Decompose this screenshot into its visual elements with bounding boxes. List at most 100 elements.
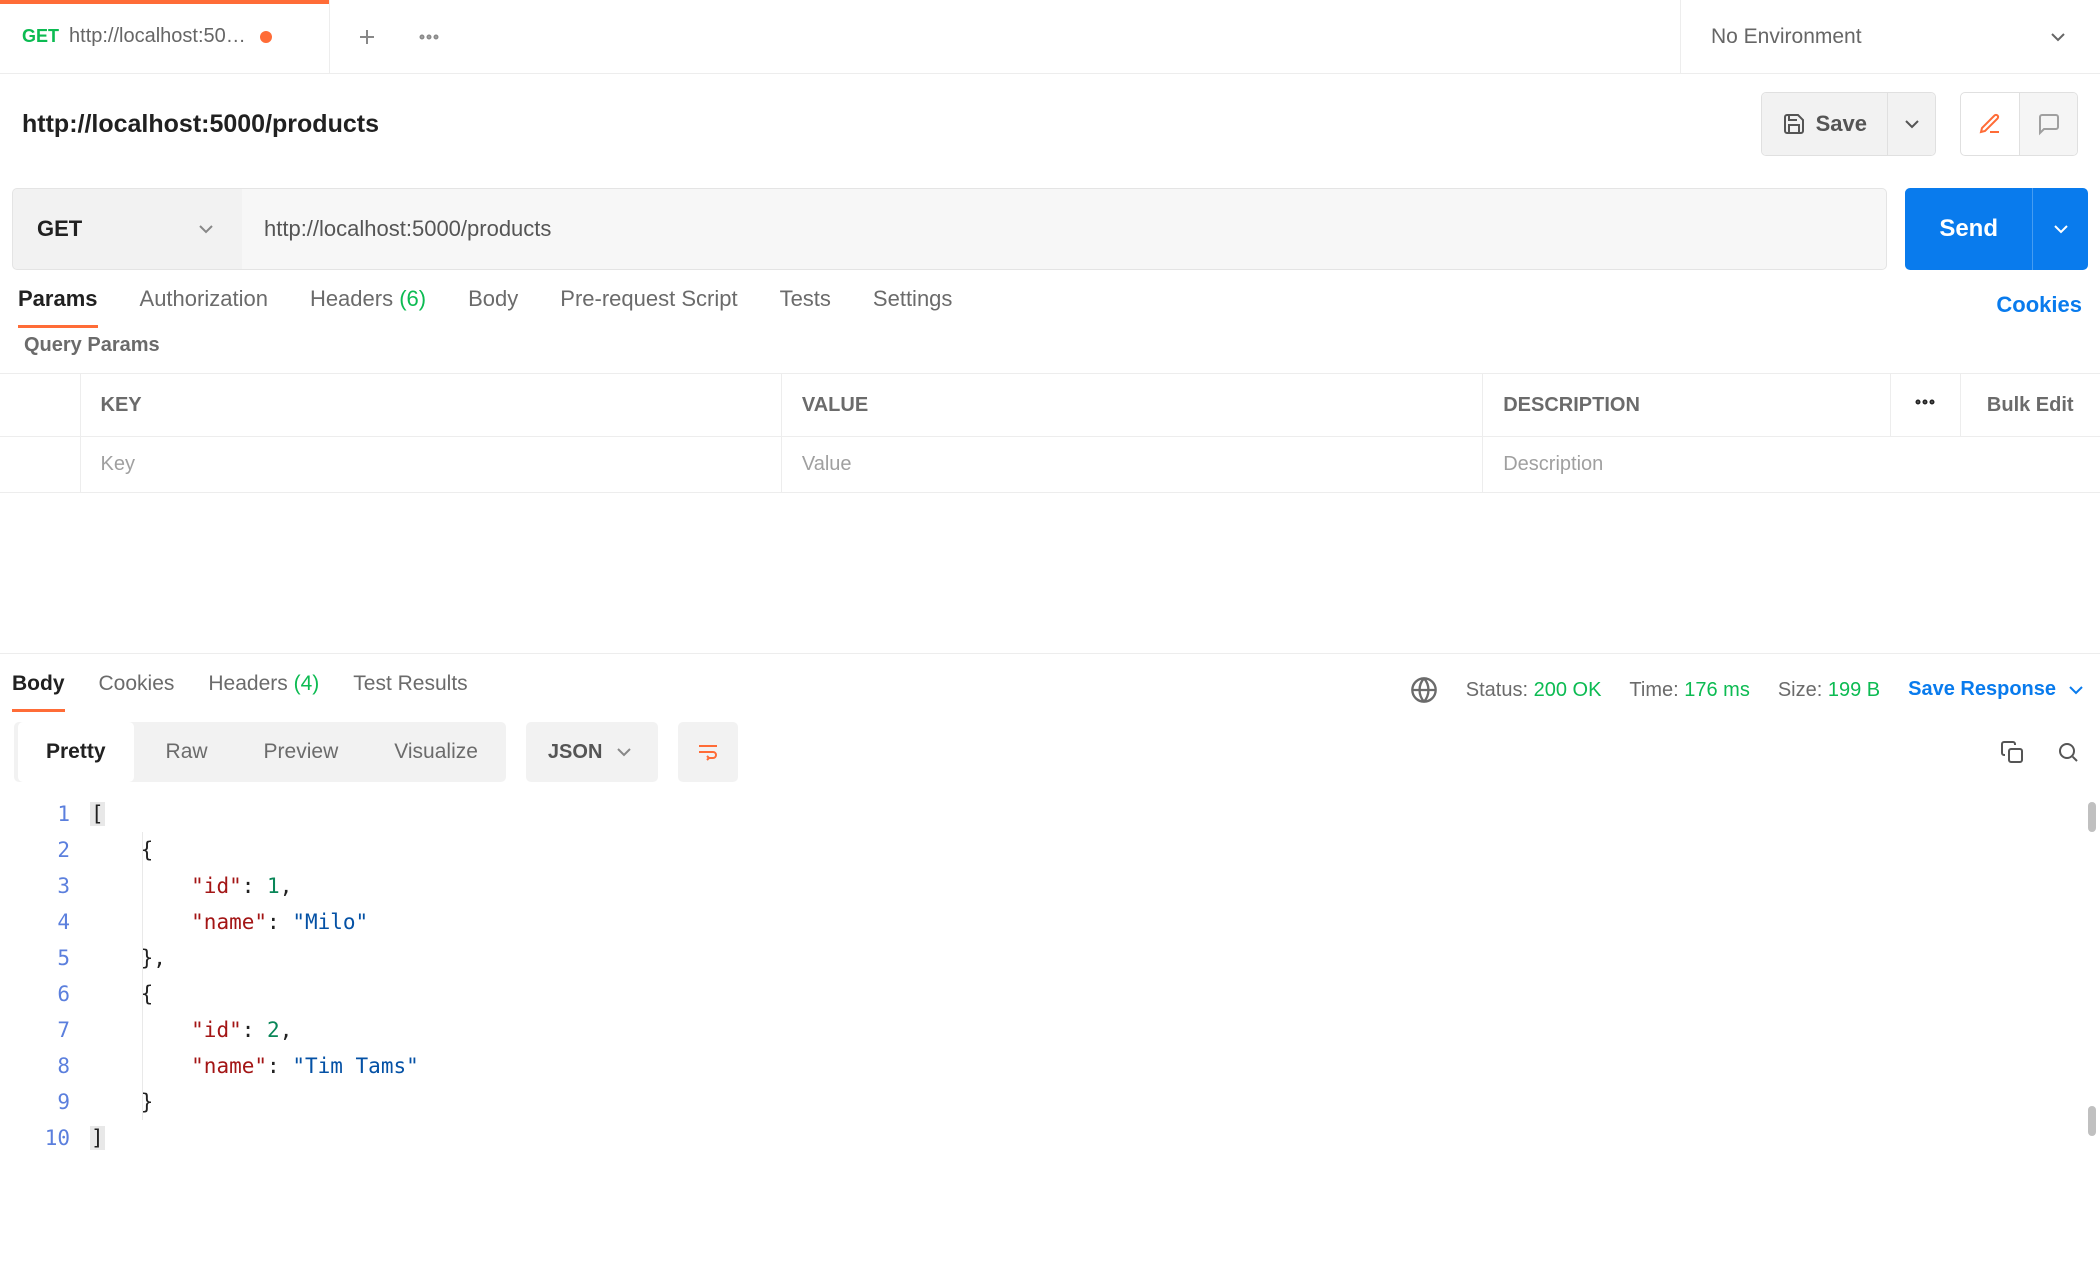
save-dropdown-button[interactable] [1887, 93, 1935, 155]
code-token: 1 [267, 874, 280, 898]
copy-icon [2000, 740, 2024, 764]
method-value: GET [37, 216, 82, 242]
plus-icon [355, 25, 379, 49]
view-visualize[interactable]: Visualize [366, 722, 506, 782]
url-input-wrap [242, 188, 1887, 270]
params-header-more[interactable] [1890, 374, 1960, 437]
wrap-lines-button[interactable] [678, 722, 738, 782]
code-area: [ { "id": 1, "name": "Milo" }, { "id": 2… [90, 796, 2100, 1156]
tab-tests[interactable]: Tests [780, 286, 831, 324]
params-table: KEY VALUE DESCRIPTION Bulk Edit [0, 373, 2100, 493]
code-token: ] [90, 1126, 105, 1150]
scrollbar-thumb[interactable] [2088, 802, 2096, 832]
code-token: "name" [191, 1054, 267, 1078]
param-description-input[interactable] [1483, 437, 2100, 492]
code-token: "Tim Tams" [292, 1054, 418, 1078]
time-label: Time: [1629, 679, 1678, 701]
more-horizontal-icon [1913, 390, 1937, 414]
view-pretty[interactable]: Pretty [18, 722, 134, 782]
tab-method-badge: GET [22, 26, 59, 47]
param-key-input[interactable] [81, 437, 781, 492]
wrap-icon [696, 740, 720, 764]
scrollbar-thumb[interactable] [2088, 1106, 2096, 1136]
resp-tab-body[interactable]: Body [12, 672, 65, 708]
tab-title: http://localhost:50… [69, 25, 246, 48]
param-value-input[interactable] [782, 437, 1482, 492]
search-icon [2056, 740, 2080, 764]
response-meta: Status: 200 OK Time: 176 ms Size: 199 B … [1410, 676, 2088, 704]
pencil-icon [1978, 112, 2002, 136]
request-title-row: http://localhost:5000/products Save [0, 74, 2100, 188]
tab-headers-label: Headers [310, 286, 393, 311]
view-preview[interactable]: Preview [236, 722, 367, 782]
chevron-down-icon [194, 217, 218, 241]
params-header-blank [0, 374, 80, 437]
code-token: "id" [191, 874, 242, 898]
tab-headers[interactable]: Headers (6) [310, 286, 426, 324]
edit-button[interactable] [1961, 93, 2019, 155]
method-dropdown[interactable]: GET [12, 188, 242, 270]
tab-body[interactable]: Body [468, 286, 518, 324]
send-button[interactable]: Send [1905, 188, 2032, 270]
save-label: Save [1816, 111, 1867, 137]
code-token: [ [90, 802, 105, 826]
format-dropdown[interactable]: JSON [526, 722, 658, 782]
url-input[interactable] [264, 216, 1864, 242]
line-number: 2 [0, 832, 70, 868]
tab-strip: GET http://localhost:50… No Environment [0, 0, 2100, 74]
tab-settings[interactable]: Settings [873, 286, 953, 324]
status-block: Status: 200 OK [1466, 679, 1602, 702]
line-number: 1 [0, 796, 70, 832]
send-label: Send [1939, 215, 1998, 243]
save-response-button[interactable]: Save Response [1908, 678, 2088, 702]
tab-prerequest[interactable]: Pre-request Script [560, 286, 737, 324]
code-token: , [280, 1018, 293, 1042]
line-number: 8 [0, 1048, 70, 1084]
unsaved-dot-icon [260, 31, 272, 43]
save-icon [1782, 112, 1806, 136]
code-token: : [267, 1054, 292, 1078]
comments-button[interactable] [2019, 93, 2077, 155]
request-name[interactable]: http://localhost:5000/products [22, 110, 379, 139]
request-tabbar: Params Authorization Headers (6) Body Pr… [0, 270, 2100, 324]
format-value: JSON [548, 741, 602, 764]
environment-dropdown[interactable]: No Environment [1680, 0, 2100, 74]
tab-more-button[interactable] [404, 12, 454, 62]
code-token: : [242, 1018, 267, 1042]
resp-tab-headers[interactable]: Headers (4) [208, 672, 319, 708]
tab-params[interactable]: Params [18, 286, 98, 324]
code-token: { [90, 982, 153, 1006]
params-row [0, 437, 2100, 493]
save-button[interactable]: Save [1762, 93, 1887, 155]
search-response-button[interactable] [2050, 734, 2086, 770]
resp-tab-headers-label: Headers [208, 672, 287, 695]
send-button-group: Send [1905, 188, 2088, 270]
send-dropdown-button[interactable] [2032, 188, 2088, 270]
code-token: "Milo" [292, 910, 368, 934]
tab-authorization[interactable]: Authorization [140, 286, 268, 324]
globe-icon[interactable] [1410, 676, 1438, 704]
new-tab-button[interactable] [342, 12, 392, 62]
time-block: Time: 176 ms [1629, 679, 1749, 702]
code-token: "name" [191, 910, 267, 934]
resp-tab-cookies[interactable]: Cookies [99, 672, 175, 708]
response-toolbar: Pretty Raw Preview Visualize JSON [0, 708, 2100, 790]
code-token: : [267, 910, 292, 934]
copy-response-button[interactable] [1994, 734, 2030, 770]
code-token: "id" [191, 1018, 242, 1042]
resp-tab-test-results[interactable]: Test Results [353, 672, 467, 708]
request-extra-buttons [1960, 92, 2078, 156]
request-tab[interactable]: GET http://localhost:50… [0, 0, 330, 74]
save-button-group: Save [1761, 92, 1936, 156]
cookies-link[interactable]: Cookies [1996, 292, 2082, 318]
line-number: 5 [0, 940, 70, 976]
status-value: 200 OK [1534, 679, 1602, 701]
line-number: 7 [0, 1012, 70, 1048]
line-gutter: 1 2 3 4 5 6 7 8 9 10 [0, 796, 90, 1156]
bulk-edit-button[interactable]: Bulk Edit [1960, 374, 2100, 437]
view-raw[interactable]: Raw [138, 722, 236, 782]
response-body[interactable]: 1 2 3 4 5 6 7 8 9 10 [ { "id": 1, "name"… [0, 790, 2100, 1156]
code-token: } [90, 1090, 153, 1114]
line-number: 10 [0, 1120, 70, 1156]
code-token: }, [90, 946, 166, 970]
